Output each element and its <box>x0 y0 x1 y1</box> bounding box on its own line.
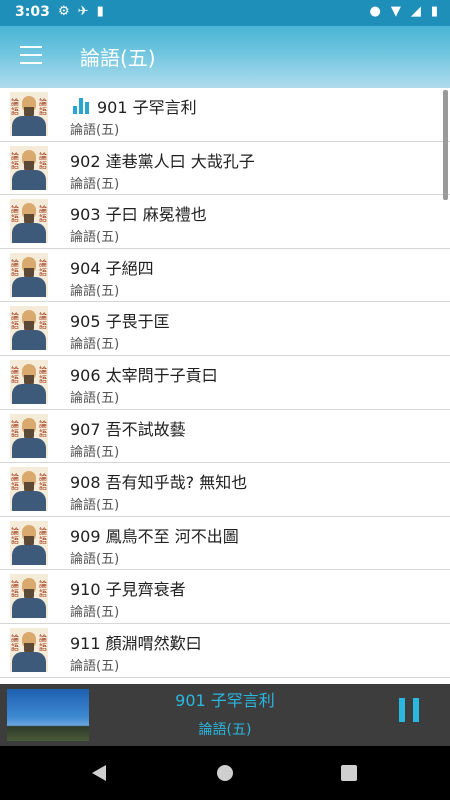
equalizer-icon <box>73 98 93 114</box>
confucius-thumbnail: 論語 論語 <box>10 252 48 297</box>
confucius-thumbnail: 論語 論語 <box>10 467 48 512</box>
now-playing-subtitle: 論語(五) <box>198 722 252 738</box>
sd-card-icon: ▮ <box>96 4 104 19</box>
now-playing-title: 901 子罕言利 <box>175 691 275 710</box>
track-row[interactable]: 論語 論語 911 顏淵喟然歎曰論語(五) <box>0 624 450 678</box>
track-row[interactable]: 論語 論語 904 子絕四論語(五) <box>0 249 450 303</box>
confucius-thumbnail: 論語 論語 <box>10 92 48 136</box>
confucius-thumbnail: 論語 論語 <box>10 627 48 672</box>
signal-icon: ◢ <box>410 4 421 19</box>
page-title: 論語(五) <box>80 46 156 70</box>
track-subtitle: 論語(五) <box>70 283 120 299</box>
track-subtitle: 論語(五) <box>70 123 120 138</box>
track-row[interactable]: 論語 論語 905 子畏于匡論語(五) <box>0 302 450 356</box>
track-title: 910 子見齊衰者 <box>70 580 186 600</box>
back-icon[interactable] <box>92 765 106 781</box>
system-nav-bar <box>0 746 450 800</box>
track-title: 906 太宰問于子貢曰 <box>70 365 218 385</box>
status-time: 3:03 <box>15 4 50 20</box>
track-title: 908 吾有知乎哉? 無知也 <box>70 473 248 493</box>
track-row[interactable]: 論語 論語 902 達巷黨人曰 大哉孔子論語(五) <box>0 142 450 196</box>
airplane-icon: ✈ <box>77 4 89 19</box>
app-bar: 論語(五) <box>0 26 450 88</box>
album-art-thumbnail[interactable] <box>7 689 89 741</box>
confucius-thumbnail: 論語 論語 <box>10 359 48 404</box>
track-title: 901 子罕言利 <box>97 98 197 117</box>
track-row[interactable]: 論語 論語 906 太宰問于子貢曰論語(五) <box>0 356 450 410</box>
recents-icon[interactable] <box>341 765 357 781</box>
confucius-thumbnail: 論語 論語 <box>10 306 48 351</box>
wifi-icon: ▼ <box>390 4 401 19</box>
status-bar: 3:03 ⚙ ✈ ▮ ● ▼ ◢ ▮ <box>0 0 450 26</box>
track-row[interactable]: 論語 論語 901 子罕言利論語(五) <box>0 88 450 142</box>
track-row[interactable]: 論語 論語 910 子見齊衰者論語(五) <box>0 570 450 624</box>
confucius-thumbnail: 論語 論語 <box>10 413 48 458</box>
track-subtitle: 論語(五) <box>70 498 120 514</box>
track-list[interactable]: 論語 論語 901 子罕言利 論語(五) 論語 論語 902 達巷黨人曰 大哉孔子 論語(五)… <box>0 88 450 684</box>
track-subtitle: 論語(五) <box>70 230 120 246</box>
battery-icon: ▮ <box>430 4 438 19</box>
track-row[interactable]: 論語 論語 909 鳳鳥不至 河不出圖論語(五) <box>0 517 450 571</box>
track-subtitle: 論語(五) <box>70 605 120 621</box>
track-title: 907 吾不試故藝 <box>70 419 186 439</box>
location-icon: ● <box>369 4 381 19</box>
track-title: 904 子絕四 <box>70 258 154 278</box>
now-playing-bar[interactable]: 901 子罕言利 論語(五) <box>0 684 450 746</box>
track-subtitle: 論語(五) <box>70 390 120 406</box>
track-title: 902 達巷黨人曰 大哉孔子 <box>70 151 255 171</box>
track-row[interactable]: 論語 論語 907 吾不試故藝論語(五) <box>0 410 450 464</box>
gear-icon: ⚙ <box>58 4 70 19</box>
track-subtitle: 論語(五) <box>70 551 120 567</box>
confucius-thumbnail: 論語 論語 <box>10 520 48 565</box>
confucius-thumbnail: 論語 論語 <box>10 574 48 619</box>
track-title: 911 顏淵喟然歎曰 <box>70 633 202 653</box>
pause-icon[interactable] <box>399 698 419 722</box>
track-title: 903 子曰 麻冕禮也 <box>70 205 207 225</box>
confucius-thumbnail: 論語 論語 <box>10 199 48 244</box>
hamburger-menu-icon[interactable] <box>20 46 42 64</box>
track-title: 905 子畏于匡 <box>70 312 170 332</box>
scrollbar[interactable] <box>443 90 448 200</box>
confucius-thumbnail: 論語 論語 <box>10 145 48 190</box>
track-subtitle: 論語(五) <box>70 444 120 460</box>
track-subtitle: 論語(五) <box>70 176 120 192</box>
track-subtitle: 論語(五) <box>70 337 120 353</box>
track-row[interactable]: 論語 論語 903 子曰 麻冕禮也論語(五) <box>0 195 450 249</box>
track-subtitle: 論語(五) <box>70 658 120 674</box>
home-icon[interactable] <box>217 765 233 781</box>
track-title: 909 鳳鳥不至 河不出圖 <box>70 526 239 546</box>
track-row[interactable]: 論語 論語 908 吾有知乎哉? 無知也論語(五) <box>0 463 450 517</box>
